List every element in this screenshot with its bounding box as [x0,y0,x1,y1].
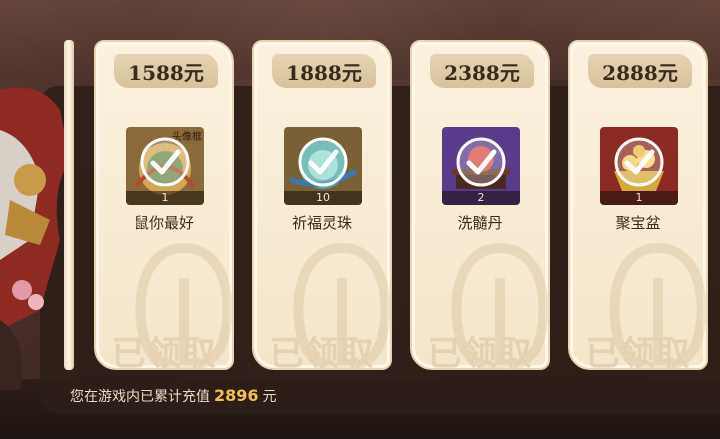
left-divider-bar [64,40,74,370]
item-count: 2 [442,191,520,205]
reward-item-slot[interactable]: 2 [442,127,520,205]
item-count: 1 [600,191,678,205]
claimed-check-icon [456,137,506,187]
reward-card-3[interactable]: 2388元 2 洗髓丹 已领取 [410,40,550,370]
reward-card-4[interactable]: 2888元 1 聚宝盆 已领取 [568,40,708,370]
price-badge: 1888元 [272,54,376,88]
reward-item-slot[interactable]: 头像框 1 [126,127,204,205]
claimed-stamp: 已领取 [427,334,533,370]
claimed-check-icon [614,137,664,187]
claimed-check-icon [298,137,348,187]
price-badge: 2888元 [588,54,692,88]
item-count: 10 [284,191,362,205]
reward-card-2[interactable]: 1888元 10 祈福灵珠 已领取 [252,40,392,370]
claimed-stamp: 已领取 [111,334,217,370]
item-count: 1 [126,191,204,205]
item-name: 聚宝盆 [615,214,661,232]
reward-card-1[interactable]: 1588元 头像框 1 鼠你最好 已领取 [94,40,234,370]
reward-item-slot[interactable]: 10 [284,127,362,205]
item-name: 鼠你最好 [133,214,194,232]
recharge-total-prefix: 您在游戏内已累计充值 [70,389,210,405]
claimed-stamp: 已领取 [269,334,375,370]
item-name: 洗髓丹 [457,214,503,232]
claimed-check-icon [140,137,190,187]
price-badge: 2388元 [430,54,534,88]
recharge-total-text: 您在游戏内已累计充值 2896 元 [70,386,277,406]
price-badge: 1588元 [114,54,218,88]
claimed-stamp: 已领取 [585,334,691,370]
recharge-total-unit: 元 [262,389,277,405]
character-portrait [0,70,90,390]
recharge-total-amount: 2896 [214,386,259,405]
item-name: 祈福灵珠 [291,214,352,232]
reward-item-slot[interactable]: 1 [600,127,678,205]
